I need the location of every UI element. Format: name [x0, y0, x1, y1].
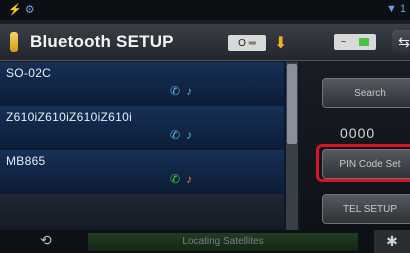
scrollbar-thumb[interactable]	[287, 64, 297, 144]
source-box: O ═	[228, 35, 266, 51]
signal-icon: ~	[340, 36, 347, 48]
phone-icon: ✆	[170, 84, 181, 98]
header: Bluetooth SETUP O ═ ⬇ ~ ⇆	[0, 24, 410, 61]
device-name: Z610iZ610iZ610iZ610i	[6, 110, 133, 124]
profile-icons: ✆ ♪	[170, 172, 192, 186]
phone-icon: ✆	[170, 172, 181, 186]
music-icon: ♪	[186, 128, 193, 142]
settings-icon[interactable]: ✱	[374, 230, 410, 253]
status-left-icons: ⚡ ⚙	[8, 4, 35, 16]
back-button[interactable]: ⇆	[392, 30, 410, 54]
status-bar: ⚡ ⚙ ▼ 1	[0, 0, 410, 20]
profile-icons: ✆ ♪	[170, 128, 192, 142]
device-list: SO-02C ✆ ♪ Z610iZ610iZ610iZ610i ✆ ♪ MB86…	[0, 62, 300, 231]
list-item[interactable]: SO-02C ✆ ♪	[0, 62, 284, 107]
music-icon: ♪	[186, 84, 193, 98]
usb-icon: ⬇	[274, 35, 288, 52]
status-right-icons: ▼ 1	[385, 3, 406, 15]
bluetooth-setup-screen: ⚡ ⚙ ▼ 1 Bluetooth SETUP O ═ ⬇ ~ ⇆ SO-02C…	[0, 0, 410, 253]
profile-icons: ✆ ♪	[170, 84, 192, 98]
list-item[interactable]: Z610iZ610iZ610iZ610i ✆ ♪	[0, 106, 284, 151]
music-icon: ♪	[186, 172, 193, 186]
device-name: MB865	[6, 154, 46, 168]
pin-code-value: 0000	[340, 125, 376, 141]
gps-status: Locating Satellites	[88, 233, 358, 251]
tel-setup-button[interactable]: TEL SETUP	[322, 194, 410, 224]
search-button[interactable]: Search	[322, 78, 410, 108]
highlight-frame	[316, 144, 410, 182]
phone-icon: ✆	[170, 128, 181, 142]
bluetooth-icon	[10, 32, 18, 52]
battery-icon	[359, 38, 370, 46]
device-name: SO-02C	[6, 66, 52, 80]
list-item[interactable]: MB865 ✆ ♪	[0, 150, 284, 195]
header-icons: O ═ ⬇	[228, 34, 287, 52]
navigation-icon[interactable]: ⟲	[40, 232, 70, 252]
list-item-empty	[0, 194, 284, 231]
signal-battery-box: ~	[334, 34, 376, 50]
page-title: Bluetooth SETUP	[30, 32, 174, 51]
